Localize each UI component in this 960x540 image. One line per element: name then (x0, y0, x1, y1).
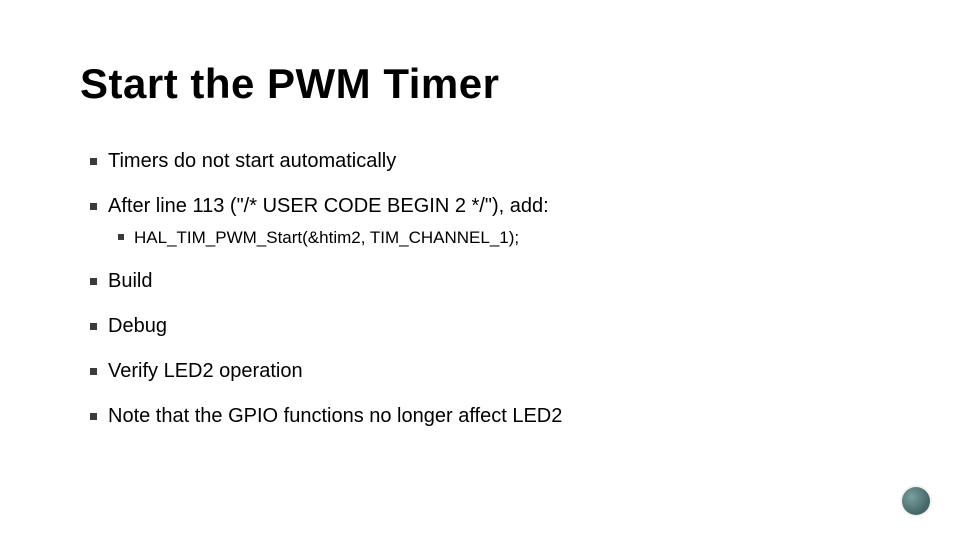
bullet-text: HAL_TIM_PWM_Start(&htim2, TIM_CHANNEL_1)… (134, 228, 519, 247)
slide-badge-icon (902, 487, 930, 515)
list-item: Timers do not start automatically (80, 148, 880, 175)
slide-title: Start the PWM Timer (80, 60, 880, 108)
bullet-text: Timers do not start automatically (108, 150, 396, 172)
slide: Start the PWM Timer Timers do not start … (0, 0, 960, 540)
bullet-text: Debug (108, 315, 167, 337)
bullet-text: Note that the GPIO functions no longer a… (108, 405, 562, 427)
list-item: Note that the GPIO functions no longer a… (80, 403, 880, 430)
list-item: HAL_TIM_PWM_Start(&htim2, TIM_CHANNEL_1)… (108, 226, 880, 250)
bullet-text: After line 113 ("/* USER CODE BEGIN 2 */… (108, 195, 549, 217)
list-item: Verify LED2 operation (80, 358, 880, 385)
list-item: Build (80, 268, 880, 295)
bullet-text: Build (108, 270, 152, 292)
bullet-list: Timers do not start automatically After … (80, 148, 880, 430)
sub-bullet-list: HAL_TIM_PWM_Start(&htim2, TIM_CHANNEL_1)… (108, 226, 880, 250)
list-item: Debug (80, 313, 880, 340)
list-item: After line 113 ("/* USER CODE BEGIN 2 */… (80, 193, 880, 250)
bullet-text: Verify LED2 operation (108, 360, 303, 382)
